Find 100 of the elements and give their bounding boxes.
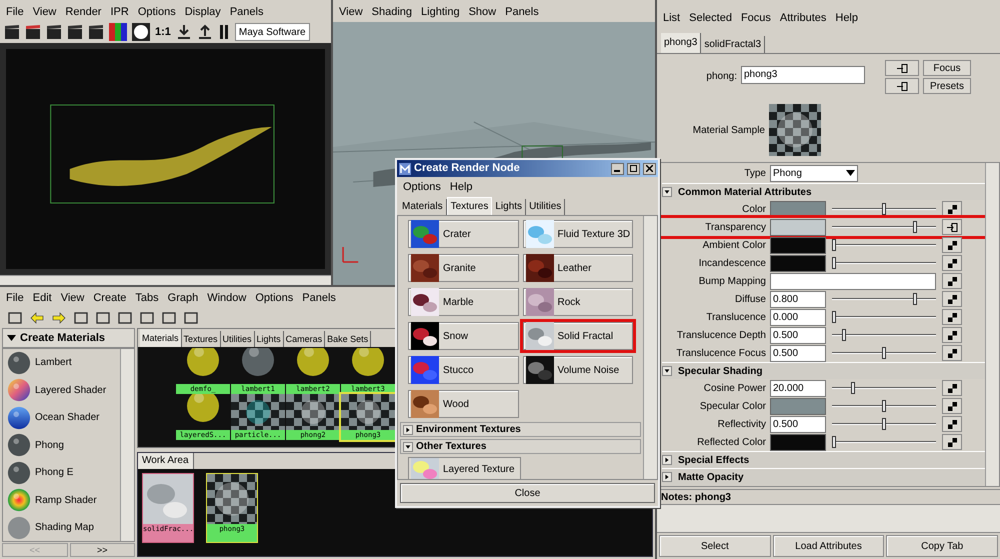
slider-track[interactable] bbox=[832, 382, 936, 394]
slider-track[interactable] bbox=[832, 400, 936, 412]
clapper-icon[interactable] bbox=[25, 24, 41, 40]
map-button[interactable] bbox=[942, 434, 962, 450]
slider-thumb[interactable] bbox=[913, 221, 918, 233]
map-button[interactable] bbox=[942, 398, 962, 414]
menu-item[interactable]: View bbox=[339, 4, 363, 20]
close-button[interactable] bbox=[643, 162, 656, 174]
section-header[interactable]: Specular Shading bbox=[662, 362, 985, 379]
slider-thumb[interactable] bbox=[882, 203, 886, 215]
menu-item[interactable]: Display bbox=[184, 4, 221, 20]
texture-button[interactable]: Layered Texture bbox=[408, 457, 520, 479]
color-swatch[interactable] bbox=[770, 398, 826, 414]
menu-item[interactable]: List bbox=[663, 10, 680, 26]
menu-item[interactable]: Options bbox=[403, 178, 441, 196]
texture-button[interactable]: Crater bbox=[408, 220, 518, 248]
slider-thumb[interactable] bbox=[913, 293, 918, 305]
material-item[interactable]: Shading Map bbox=[3, 515, 120, 540]
minimize-button[interactable] bbox=[611, 162, 624, 174]
menu-item[interactable]: Shading bbox=[372, 4, 412, 20]
clapper-icon[interactable] bbox=[4, 24, 20, 40]
value-field[interactable]: 0.500 bbox=[770, 344, 826, 362]
texture-button[interactable]: Snow bbox=[408, 322, 518, 350]
scrollbar[interactable] bbox=[643, 216, 657, 479]
tab[interactable]: Work Area bbox=[138, 453, 194, 469]
footer-button[interactable]: Load Attributes bbox=[772, 535, 884, 557]
map-button[interactable] bbox=[942, 416, 962, 432]
collapse-icon[interactable] bbox=[7, 334, 16, 342]
value-field[interactable]: 0.500 bbox=[770, 416, 826, 432]
map-button[interactable] bbox=[942, 219, 962, 235]
material-item[interactable]: Ocean Shader bbox=[3, 405, 120, 430]
tab[interactable]: Utilities bbox=[526, 199, 566, 215]
map-button[interactable] bbox=[942, 345, 962, 361]
clapper-icon[interactable] bbox=[88, 24, 104, 40]
clapper-icon[interactable] bbox=[46, 24, 62, 40]
slider-track[interactable] bbox=[832, 311, 936, 323]
slider-track[interactable] bbox=[832, 347, 936, 359]
menu-item[interactable]: Lighting bbox=[421, 4, 460, 20]
slider-thumb[interactable] bbox=[832, 311, 836, 323]
color-swatch[interactable] bbox=[770, 434, 826, 450]
tab[interactable]: phong3 bbox=[661, 33, 702, 53]
slider-track[interactable] bbox=[832, 257, 936, 269]
menu-item[interactable]: Tabs bbox=[135, 290, 159, 306]
color-swatch[interactable] bbox=[770, 218, 826, 236]
collapse-icon[interactable] bbox=[662, 187, 672, 197]
menu-item[interactable]: Selected bbox=[689, 10, 732, 26]
menu-item[interactable]: IPR bbox=[110, 4, 129, 20]
slider-thumb[interactable] bbox=[832, 257, 836, 269]
texture-button[interactable]: Fluid Texture 3D bbox=[522, 220, 633, 248]
slider-track[interactable] bbox=[832, 293, 936, 305]
tab[interactable]: solidFractal3 bbox=[701, 36, 766, 53]
menu-item[interactable]: Help bbox=[450, 178, 473, 196]
section-header[interactable]: Special Effects bbox=[662, 451, 985, 468]
texture-button[interactable]: Marble bbox=[408, 288, 518, 316]
slider-thumb[interactable] bbox=[882, 400, 886, 412]
material-item[interactable]: Layered Shader bbox=[3, 378, 120, 402]
material-item[interactable]: Phong E bbox=[3, 460, 120, 485]
footer-button[interactable]: Select bbox=[659, 535, 771, 557]
color-swatch[interactable] bbox=[770, 236, 826, 254]
slider-track[interactable] bbox=[832, 418, 936, 430]
map-button[interactable] bbox=[942, 327, 962, 343]
menu-item[interactable]: Panels bbox=[302, 290, 336, 306]
menu-item[interactable]: Panels bbox=[230, 4, 264, 20]
menu-item[interactable]: Options bbox=[138, 4, 176, 20]
slider-thumb[interactable] bbox=[882, 347, 886, 359]
scrollbar[interactable] bbox=[0, 275, 331, 285]
menu-item[interactable]: File bbox=[6, 290, 24, 306]
menu-item[interactable]: Show bbox=[468, 4, 496, 20]
texture-button[interactable]: Volume Noise bbox=[522, 356, 633, 384]
value-field[interactable]: 0.800 bbox=[770, 290, 826, 308]
texture-button[interactable]: Rock bbox=[522, 288, 633, 316]
value-field[interactable]: 20.000 bbox=[770, 380, 826, 396]
scrollbar[interactable] bbox=[985, 163, 999, 486]
slider-thumb[interactable] bbox=[842, 329, 846, 341]
texture-button[interactable]: Solid Fractal bbox=[522, 322, 633, 350]
texture-button[interactable]: Granite bbox=[408, 254, 518, 282]
material-item[interactable]: Phong bbox=[3, 432, 120, 458]
close-button[interactable]: Close bbox=[400, 483, 655, 503]
menu-item[interactable]: Create bbox=[93, 290, 126, 306]
collapse-icon[interactable] bbox=[403, 442, 413, 452]
slider-track[interactable] bbox=[832, 436, 936, 448]
map-button[interactable] bbox=[942, 255, 962, 271]
menu-item[interactable]: Help bbox=[835, 10, 858, 26]
slider-thumb[interactable] bbox=[832, 436, 836, 448]
left-arrow-icon[interactable] bbox=[30, 312, 44, 324]
tab[interactable]: Materials bbox=[140, 329, 182, 347]
expand-icon[interactable] bbox=[662, 455, 672, 465]
download-icon[interactable] bbox=[176, 24, 192, 40]
menu-item[interactable]: Render bbox=[65, 4, 102, 20]
menu-item[interactable]: View bbox=[32, 4, 56, 20]
texture-button[interactable]: Leather bbox=[522, 254, 633, 282]
input-button[interactable] bbox=[885, 60, 919, 76]
expand-icon[interactable] bbox=[403, 424, 413, 434]
material-item[interactable]: Ramp Shader bbox=[3, 488, 120, 512]
menu-item[interactable]: Attributes bbox=[780, 10, 826, 26]
slider-track[interactable] bbox=[832, 203, 936, 215]
menu-item[interactable]: Graph bbox=[168, 290, 198, 306]
output-button[interactable] bbox=[885, 78, 919, 94]
zoom-button[interactable]: 1:1 bbox=[155, 24, 171, 41]
tab[interactable]: Textures bbox=[446, 197, 492, 215]
